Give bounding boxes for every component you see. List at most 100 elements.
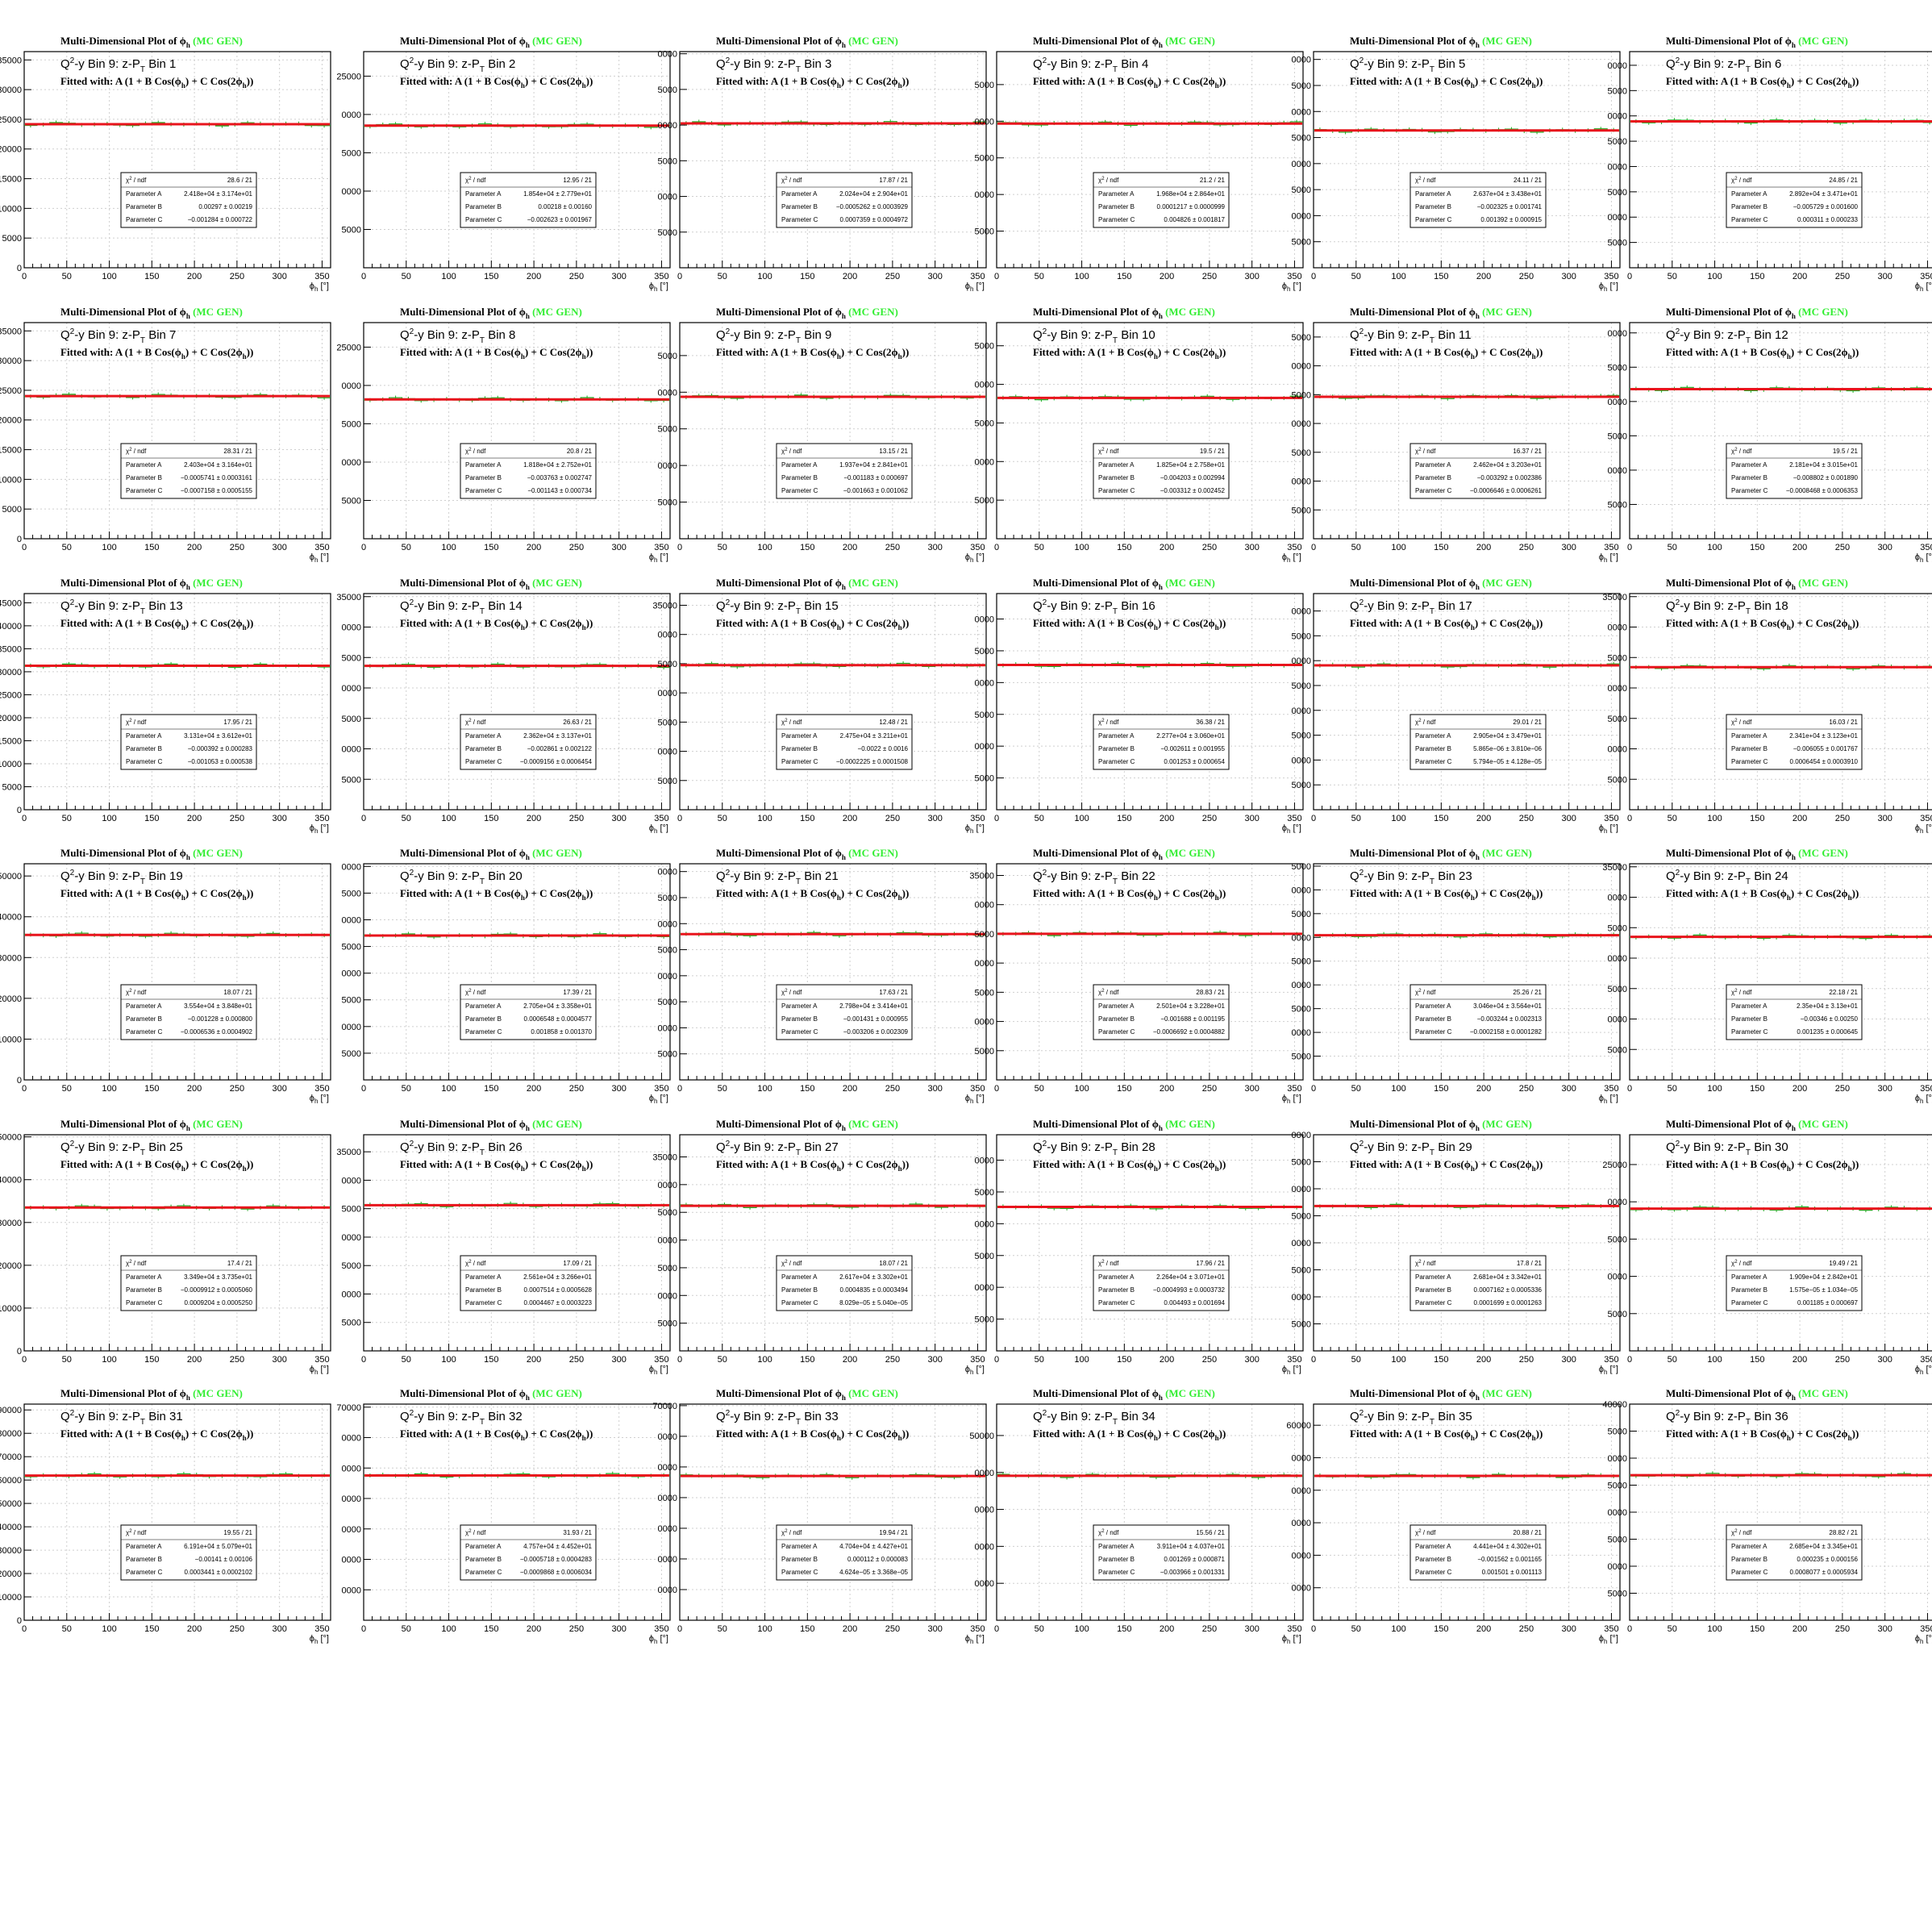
- bin-label-mid: -y Bin 9: z-P: [1047, 869, 1113, 883]
- bin-label-q: Q: [60, 57, 70, 71]
- bin-label-word: Bin: [1434, 1140, 1459, 1154]
- y-tick-label: 0000: [342, 969, 361, 979]
- stat-chi2-value: 22.18 / 21: [1829, 989, 1858, 996]
- stats-box: χ2 / ndf 22.18 / 21 Parameter A 2.35e+04 ± …: [1726, 984, 1863, 1040]
- x-tick-label: 200: [1476, 272, 1491, 281]
- y-tick-label: 0000: [1292, 56, 1311, 65]
- stat-param-c-value: 0.0004467 ± 0.0003223: [524, 1299, 593, 1307]
- stats-box: χ2 / ndf 13.15 / 21 Parameter A 1.937e+04 ±…: [776, 443, 913, 499]
- bin-label-word: Bin: [1118, 869, 1142, 883]
- x-tick-label: 250: [230, 814, 244, 823]
- plot-title: Multi-Dimensional Plot of ϕh (MC GEN): [716, 35, 898, 49]
- stat-param-b-label: Parameter B: [1098, 745, 1135, 752]
- plot-panel-18: 0 50 100 150 200 250 300 350 5000 0000 5000 0000 500…: [1602, 577, 1932, 835]
- stats-box: χ2 / ndf 21.2 / 21 Parameter A 1.968e+04 ± …: [1093, 172, 1230, 228]
- bin-label-word: Bin: [145, 1410, 169, 1423]
- x-tick-label: 200: [527, 1624, 541, 1634]
- y-tick-label: 0000: [975, 1157, 994, 1166]
- stat-param-c-label: Parameter C: [781, 758, 818, 765]
- x-tick-label: 250: [885, 543, 900, 552]
- title-phi: ϕ: [519, 306, 526, 318]
- fit-text: Fitted with: A (1 + B Cos(ϕ: [400, 75, 521, 87]
- x-axis-unit: [°]: [318, 823, 329, 833]
- y-tick-label: 0000: [658, 121, 677, 131]
- fit-mid: ) + C Cos(2ϕ: [525, 617, 582, 629]
- y-tick-label: 5000: [658, 1319, 677, 1329]
- bin-label-q: Q: [400, 869, 410, 883]
- x-tick-label: 350: [314, 272, 329, 281]
- stat-param-a-value: 1.825e+04 ± 2.758e+01: [1156, 461, 1225, 469]
- plot-title: Multi-Dimensional Plot of ϕh (MC GEN): [1666, 847, 1848, 861]
- fit-formula: Fitted with: A (1 + B Cos(ϕh) + C Cos(2ϕ…: [60, 1427, 253, 1442]
- stat-ndf: / ndf: [1105, 719, 1120, 726]
- x-tick-label: 0: [22, 1084, 27, 1094]
- fit-formula: Fitted with: A (1 + B Cos(ϕh) + C Cos(2ϕ…: [400, 1158, 593, 1173]
- x-tick-label: 50: [1668, 814, 1677, 823]
- plot-title: Multi-Dimensional Plot of ϕh (MC GEN): [400, 306, 582, 320]
- x-axis-unit: [°]: [1923, 1634, 1932, 1644]
- stats-box: χ2 / ndf 16.37 / 21 Parameter A 2.462e+04 ±…: [1409, 443, 1547, 499]
- x-tick-label: 150: [1434, 1084, 1448, 1094]
- x-axis-label: ϕh [°]: [1282, 281, 1301, 293]
- plot-title: Multi-Dimensional Plot of ϕh (MC GEN): [60, 35, 243, 49]
- bin-label-word: Bin: [1751, 57, 1775, 71]
- stat-param-a-value: 2.561e+04 ± 3.266e+01: [523, 1273, 592, 1281]
- bin-number: 33: [825, 1410, 839, 1423]
- y-tick-label: 40000: [0, 1176, 22, 1186]
- bin-label-q: Q: [716, 599, 726, 613]
- title-tag: (MC GEN): [530, 577, 582, 589]
- stat-chi2-value: 19.55 / 21: [223, 1529, 252, 1536]
- x-tick-label: 250: [569, 272, 584, 281]
- stat-param-a-value: 1.909e+04 ± 2.842e+01: [1789, 1273, 1858, 1281]
- x-tick-label: 0: [22, 1355, 27, 1365]
- stat-chi2-value: 25.26 / 21: [1513, 989, 1542, 996]
- y-tick-label: 0000: [1608, 162, 1627, 172]
- stat-param-c-value: −0.0008468 ± 0.0006353: [1786, 487, 1859, 494]
- stats-box: χ2 / ndf 24.11 / 21 Parameter A 2.637e+04 ±…: [1409, 172, 1547, 228]
- y-tick-label: 0000: [1292, 1028, 1311, 1038]
- bin-number: 13: [169, 599, 183, 613]
- stat-param-c-label: Parameter C: [1415, 216, 1452, 223]
- x-tick-label: 50: [1668, 1355, 1677, 1365]
- plot-panel-23: 0 50 100 150 200 250 300 350 5000 0000 5000 0000 500…: [1292, 847, 1621, 1105]
- x-tick-label: 0: [361, 543, 366, 552]
- stat-param-b-label: Parameter B: [465, 1286, 502, 1294]
- stat-chi2-label: χ2 / ndf: [781, 448, 802, 455]
- bin-label-word: Bin: [1434, 599, 1459, 613]
- x-tick-label: 0: [361, 814, 366, 823]
- stat-param-b-value: 1.575e−05 ± 1.034e−05: [1789, 1286, 1858, 1294]
- y-tick-label: 5000: [342, 653, 361, 663]
- bin-label: Q2-y Bin 9: z-PT Bin 28: [1033, 1140, 1155, 1157]
- title-phi: ϕ: [1785, 35, 1792, 47]
- y-tick-label: 5000: [975, 1252, 994, 1261]
- x-tick-label: 50: [1668, 1084, 1677, 1094]
- y-tick-label: 5000: [1292, 185, 1311, 195]
- plot-title: Multi-Dimensional Plot of ϕh (MC GEN): [400, 35, 582, 49]
- bin-label: Q2-y Bin 9: z-PT Bin 2: [400, 56, 515, 74]
- y-tick-label: 0000: [1608, 954, 1627, 964]
- bin-label: Q2-y Bin 9: z-PT Bin 23: [1350, 869, 1472, 886]
- stat-param-b-value: 0.0001217 ± 0.0000999: [1157, 203, 1226, 210]
- y-tick-label: 5000: [1608, 86, 1627, 96]
- bin-label-mid: -y Bin 9: z-P: [1364, 57, 1430, 71]
- y-tick-label: 0000: [1292, 362, 1311, 372]
- stat-param-a-label: Parameter A: [465, 461, 502, 469]
- bin-label-mid: -y Bin 9: z-P: [1047, 1410, 1113, 1423]
- title-tag: (MC GEN): [1796, 577, 1848, 589]
- y-tick-label: 5000: [1292, 862, 1311, 872]
- title-phi: ϕ: [180, 847, 186, 859]
- x-tick-label: 100: [757, 272, 772, 281]
- bin-label-mid: -y Bin 9: z-P: [1680, 1410, 1746, 1423]
- x-tick-label: 350: [1604, 543, 1618, 552]
- stat-chi2-label: χ2 / ndf: [1731, 177, 1752, 184]
- y-tick-label: 0000: [1608, 398, 1627, 407]
- fit-formula: Fitted with: A (1 + B Cos(ϕh) + C Cos(2ϕ…: [716, 1427, 909, 1442]
- plot-title: Multi-Dimensional Plot of ϕh (MC GEN): [716, 1118, 898, 1132]
- x-tick-label: 0: [22, 272, 27, 281]
- fit-text: Fitted with: A (1 + B Cos(ϕ: [60, 346, 181, 358]
- x-axis-label: ϕh [°]: [1282, 552, 1301, 564]
- stat-param-c-value: −0.001053 ± 0.000538: [188, 758, 253, 765]
- fit-mid: ) + C Cos(2ϕ: [1158, 617, 1215, 629]
- x-tick-label: 200: [1476, 1355, 1491, 1365]
- stat-param-a-label: Parameter A: [1098, 1273, 1135, 1281]
